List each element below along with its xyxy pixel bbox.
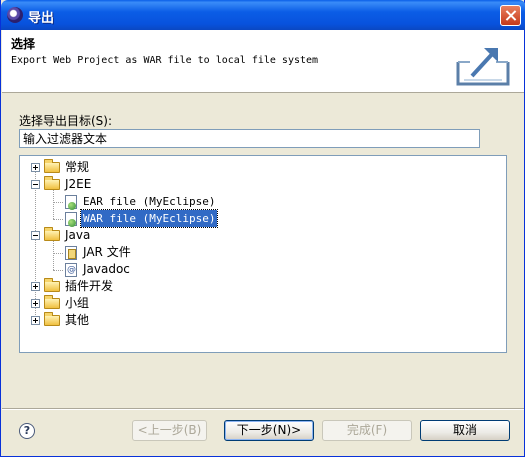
tree-item-label: WAR file (MyEclipse)	[79, 209, 219, 228]
finish-button[interactable]: 完成(F)	[322, 420, 412, 441]
tree-item-war-file[interactable]: WAR file (MyEclipse)	[20, 209, 506, 228]
tree-item-label: 常规	[65, 160, 90, 174]
tree-item-general[interactable]: 常规	[20, 159, 506, 176]
javadoc-icon	[65, 263, 77, 277]
jar-file-icon	[65, 246, 77, 260]
tree-item-jar-file[interactable]: JAR 文件	[20, 244, 506, 261]
tree-item-label: 其他	[65, 313, 90, 327]
tree-item-label: Java	[65, 228, 91, 242]
header-title: 选择	[11, 37, 36, 51]
folder-icon	[44, 176, 60, 190]
wizard-header: 选择 Export Web Project as WAR file to loc…	[2, 30, 524, 93]
tree-item-java[interactable]: Java	[20, 227, 506, 244]
expand-icon[interactable]	[31, 299, 40, 308]
expand-icon[interactable]	[31, 282, 40, 291]
folder-icon	[44, 159, 60, 173]
tree-item-label: Javadoc	[83, 262, 130, 276]
folder-icon	[44, 278, 60, 292]
filter-input[interactable]	[19, 129, 480, 148]
tree-item-label: 插件开发	[65, 279, 114, 293]
folder-icon	[44, 227, 60, 241]
header-description: Export Web Project as WAR file to local …	[11, 55, 319, 66]
expand-icon[interactable]	[31, 163, 40, 172]
button-bar-separator	[2, 408, 524, 410]
tree-item-other[interactable]: 其他	[20, 312, 506, 329]
ear-file-icon	[65, 195, 77, 210]
export-icon	[456, 48, 510, 86]
export-wizard-tree[interactable]: 常规 J2EE EAR file (MyEclipse) WAR file (M…	[19, 155, 507, 353]
collapse-icon[interactable]	[31, 180, 40, 189]
back-button[interactable]: <上一步(B)	[132, 420, 207, 441]
tree-item-label: JAR 文件	[83, 245, 131, 259]
filter-label: 选择导出目标(S):	[19, 114, 113, 128]
close-button[interactable]	[500, 5, 521, 26]
title-bar[interactable]: 导出	[1, 0, 525, 30]
tree-item-ear-file[interactable]: EAR file (MyEclipse)	[20, 193, 506, 210]
tree-item-j2ee[interactable]: J2EE	[20, 176, 506, 193]
window-title: 导出	[28, 11, 55, 26]
tree-item-label: 小组	[65, 296, 90, 310]
help-icon[interactable]: ?	[19, 423, 35, 439]
collapse-icon[interactable]	[31, 231, 40, 240]
folder-icon	[44, 312, 60, 326]
folder-icon	[44, 295, 60, 309]
eclipse-icon	[7, 7, 23, 23]
tree-item-team[interactable]: 小组	[20, 295, 506, 312]
tree-item-label: J2EE	[65, 177, 92, 191]
export-dialog: 导出 选择 Export Web Project as WAR file to …	[0, 0, 525, 457]
tree-item-plugin-development[interactable]: 插件开发	[20, 278, 506, 295]
tree-item-javadoc[interactable]: Javadoc	[20, 261, 506, 278]
war-file-icon	[65, 212, 77, 227]
cancel-button[interactable]: 取消	[420, 420, 510, 441]
next-button[interactable]: 下一步(N)>	[224, 420, 314, 441]
expand-icon[interactable]	[31, 316, 40, 325]
tree-item-label: EAR file (MyEclipse)	[83, 195, 216, 208]
